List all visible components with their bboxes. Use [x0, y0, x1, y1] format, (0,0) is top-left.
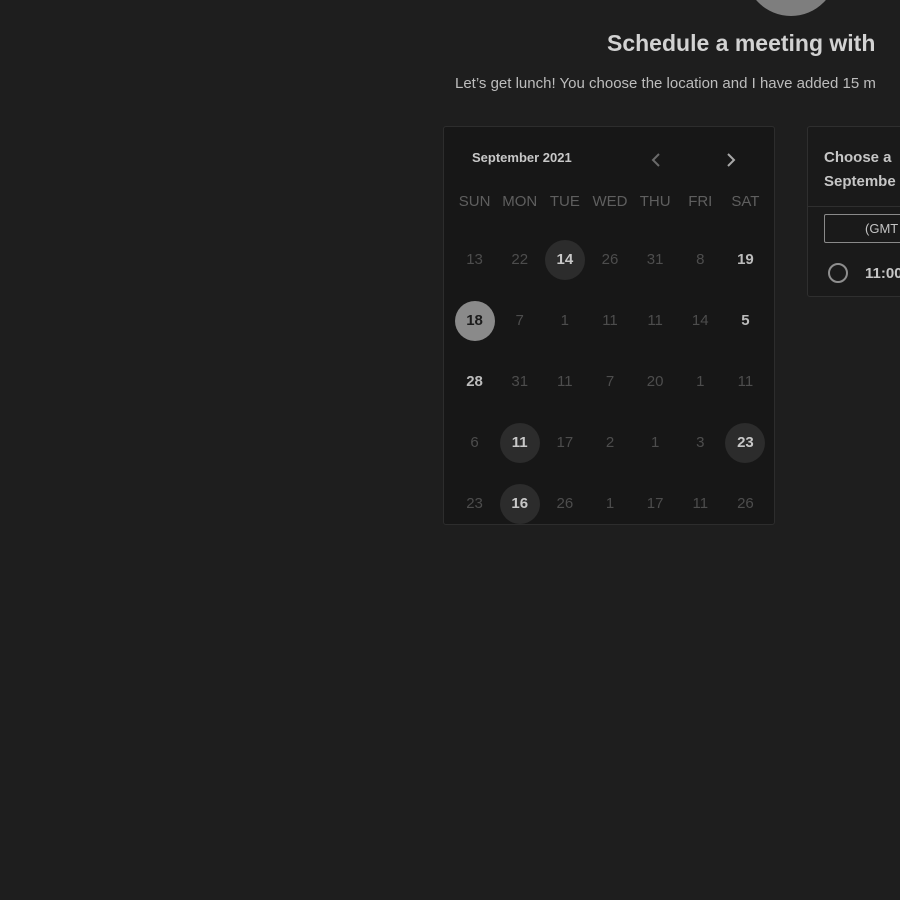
- next-month-button[interactable]: [718, 147, 744, 173]
- chevron-left-icon: [651, 153, 660, 167]
- weekday-label: TUE: [549, 193, 580, 210]
- calendar-day: 11: [587, 290, 632, 351]
- previous-month-button[interactable]: [643, 147, 669, 173]
- calendar-day: 5: [723, 290, 768, 351]
- calendar-day-number: 6: [470, 434, 479, 451]
- calendar-day: 26: [723, 473, 768, 534]
- calendar-day-number: 26: [601, 251, 619, 268]
- calendar-month-label: September 2021: [472, 150, 572, 165]
- calendar-day-number: 7: [515, 312, 524, 329]
- calendar-day: 13: [452, 229, 497, 290]
- calendar-day-number: 8: [696, 251, 705, 268]
- page-title: Schedule a meeting with: [607, 30, 876, 56]
- chevron-right-icon: [727, 153, 736, 167]
- calendar-day: 14: [678, 290, 723, 351]
- calendar-day: 31: [497, 351, 542, 412]
- calendar-day: 11: [542, 351, 587, 412]
- calendar-day-number: 28: [466, 373, 483, 390]
- date-picker-calendar: September 2021 SUN MON TUE WED THU FRI S…: [443, 126, 775, 525]
- calendar-day: 7: [587, 351, 632, 412]
- calendar-day: 11: [633, 290, 678, 351]
- calendar-day-number: 26: [556, 495, 574, 512]
- calendar-day: 17: [633, 473, 678, 534]
- calendar-day-number: 23: [725, 422, 766, 463]
- weekday-label: WED: [592, 193, 628, 210]
- calendar-day: 2: [587, 412, 632, 473]
- calendar-day: 6: [452, 412, 497, 473]
- calendar-day-number: 19: [737, 251, 754, 268]
- weekday-label: FRI: [688, 193, 713, 210]
- calendar-day-number: 14: [544, 239, 585, 280]
- calendar-day-number: 11: [692, 495, 709, 512]
- calendar-day-number: 11: [499, 422, 540, 463]
- weekday-label: THU: [639, 193, 671, 210]
- calendar-day: 7: [497, 290, 542, 351]
- calendar-day: 11: [678, 473, 723, 534]
- calendar-day-number: 7: [605, 373, 615, 390]
- calendar-day-number: 18: [454, 300, 495, 341]
- time-panel-heading-line: Choose a: [824, 149, 892, 166]
- calendar-day: 17: [542, 412, 587, 473]
- calendar-day: 3: [678, 412, 723, 473]
- calendar-day-number: 1: [560, 312, 570, 329]
- calendar-day: 23: [452, 473, 497, 534]
- calendar-day[interactable]: 11: [497, 412, 542, 473]
- calendar-day-number: 17: [556, 434, 574, 451]
- calendar-day: 20: [633, 351, 678, 412]
- calendar-day-number: 13: [466, 251, 483, 268]
- calendar-day: 1: [633, 412, 678, 473]
- calendar-day-number: 22: [511, 251, 529, 268]
- time-slot-option[interactable]: 11:00: [828, 263, 900, 283]
- radio-button[interactable]: [828, 263, 848, 283]
- calendar-day: 28: [452, 351, 497, 412]
- calendar-day: 22: [497, 229, 542, 290]
- calendar-day[interactable]: 14: [542, 229, 587, 290]
- calendar-day: 1: [542, 290, 587, 351]
- calendar-day-number: 11: [602, 312, 618, 329]
- calendar-day: 26: [542, 473, 587, 534]
- weekday-label: SAT: [731, 193, 760, 210]
- calendar-day: 11: [723, 351, 768, 412]
- avatar: [745, 0, 837, 16]
- calendar-day[interactable]: 18: [452, 290, 497, 351]
- calendar-day-number: 5: [741, 312, 750, 329]
- calendar-day: 1: [587, 473, 632, 534]
- time-slot-label: 11:00: [865, 264, 900, 282]
- time-slot-panel: Choose a Septembe (GMT 11:00: [807, 126, 900, 297]
- calendar-day[interactable]: 23: [723, 412, 768, 473]
- calendar-day-number: 2: [605, 434, 615, 451]
- calendar-day-number: 31: [646, 251, 664, 268]
- calendar-day-number: 26: [737, 495, 754, 512]
- calendar-day-number: 31: [511, 373, 529, 390]
- calendar-day-number: 1: [650, 434, 660, 451]
- calendar-days-grid: 13 22 14 26 31 8 19 18 7 1 11 11 14 5 28 31 11 7 20 1 11 6 11 1…: [452, 229, 768, 534]
- calendar-day-number: 16: [499, 483, 540, 524]
- weekday-header-row: SUN MON TUE WED THU FRI SAT: [452, 193, 768, 210]
- calendar-day-number: 17: [646, 495, 664, 512]
- calendar-day[interactable]: 16: [497, 473, 542, 534]
- calendar-day-number: 3: [696, 434, 705, 451]
- calendar-day: 19: [723, 229, 768, 290]
- divider: [808, 206, 900, 207]
- calendar-day-number: 20: [646, 373, 664, 390]
- calendar-day-number: 11: [557, 373, 573, 390]
- calendar-day-number: 23: [466, 495, 483, 512]
- page-subtitle: Let’s get lunch! You choose the location…: [455, 75, 876, 92]
- weekday-label: MON: [502, 193, 538, 210]
- time-panel-heading: Choose a Septembe: [824, 146, 896, 194]
- scheduling-page: Schedule a meeting with Let’s get lunch!…: [0, 0, 900, 900]
- calendar-day-number: 1: [605, 495, 615, 512]
- weekday-label: SUN: [458, 193, 491, 210]
- calendar-day-number: 11: [737, 373, 754, 390]
- calendar-day: 8: [678, 229, 723, 290]
- calendar-day-number: 11: [647, 312, 663, 329]
- calendar-day: 26: [587, 229, 632, 290]
- timezone-select[interactable]: (GMT: [824, 214, 900, 243]
- calendar-day: 31: [633, 229, 678, 290]
- calendar-day-number: 1: [696, 373, 705, 390]
- calendar-day: 1: [678, 351, 723, 412]
- time-panel-heading-line: Septembe: [824, 173, 896, 190]
- calendar-day-number: 14: [691, 312, 709, 329]
